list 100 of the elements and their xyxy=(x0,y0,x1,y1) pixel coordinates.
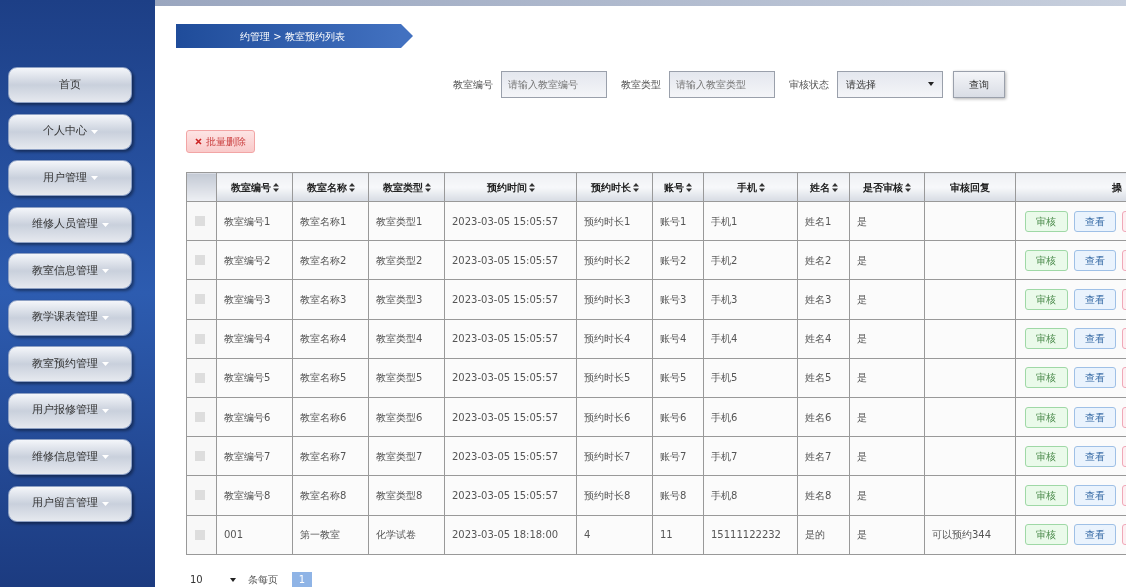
review-button[interactable]: 审核 xyxy=(1025,484,1068,506)
batch-delete-button[interactable]: 批量删除 xyxy=(186,130,255,153)
view-button[interactable]: 查看 xyxy=(1073,210,1117,232)
sort-icon xyxy=(831,183,838,192)
column-header[interactable]: 预约时长 xyxy=(576,172,653,202)
sidebar-item[interactable]: 维修信息管理 xyxy=(8,439,132,475)
sort-icon xyxy=(686,183,692,192)
view-button[interactable]: 查看 xyxy=(1073,288,1117,310)
caret-icon xyxy=(101,269,109,273)
column-header[interactable]: 手机 xyxy=(703,172,798,202)
table-cell: 教室编号3 xyxy=(216,279,293,320)
review-button[interactable]: 审核 xyxy=(1025,524,1068,546)
view-button[interactable]: 查看 xyxy=(1073,249,1117,271)
row-checkbox[interactable] xyxy=(195,412,205,423)
table-cell: 是 xyxy=(849,319,925,359)
table-cell: 教室类型4 xyxy=(368,319,445,359)
table-cell: 2023-03-05 18:18:00 xyxy=(444,515,577,555)
table-cell: 手机3 xyxy=(703,279,798,320)
table-cell: 姓名3 xyxy=(797,279,850,320)
field-label: 教室类型 xyxy=(621,77,661,92)
table-cell: 手机8 xyxy=(703,475,798,515)
row-checkbox[interactable] xyxy=(195,451,205,462)
view-button[interactable]: 查看 xyxy=(1073,445,1117,467)
sidebar-item[interactable]: 用户留言管理 xyxy=(8,485,132,522)
view-button[interactable]: 查看 xyxy=(1073,484,1117,506)
view-button[interactable]: 查看 xyxy=(1073,367,1117,389)
breadcrumb: 约管理 > 教室预约列表 xyxy=(240,29,345,44)
sidebar-item[interactable]: 教室预约管理 xyxy=(8,346,132,382)
column-header: 审核回复 xyxy=(924,172,1016,202)
close-icon xyxy=(195,138,202,145)
table-cell: 手机5 xyxy=(703,358,798,398)
row-checkbox[interactable] xyxy=(195,529,205,540)
review-button[interactable]: 审核 xyxy=(1025,406,1068,428)
sidebar-item[interactable]: 维修人员管理 xyxy=(8,206,132,243)
column-header[interactable]: 是否审核 xyxy=(849,172,925,202)
review-button[interactable]: 审核 xyxy=(1025,288,1068,310)
sidebar-item[interactable]: 教室信息管理 xyxy=(8,253,132,289)
table-cell: 预约时长3 xyxy=(576,279,653,320)
table-cell: 姓名2 xyxy=(797,240,850,280)
view-button[interactable]: 查看 xyxy=(1073,406,1117,428)
table-cell: 预约时长7 xyxy=(576,436,653,476)
review-button[interactable]: 审核 xyxy=(1025,249,1068,271)
table-cell: 第一教室 xyxy=(292,515,369,555)
table-cell: 教室编号4 xyxy=(216,319,293,359)
sidebar-item[interactable]: 用户报修管理 xyxy=(8,392,132,429)
column-header[interactable]: 教室编号 xyxy=(216,172,293,202)
table-cell: 账号1 xyxy=(652,201,704,241)
table-cell: 手机4 xyxy=(703,319,798,359)
sidebar-item[interactable]: 用户管理 xyxy=(8,160,132,196)
sidebar-item[interactable]: 首页 xyxy=(8,67,132,103)
row-checkbox[interactable] xyxy=(195,294,205,305)
table-cell: 教室编号8 xyxy=(216,475,293,515)
table-cell: 2023-03-05 15:05:57 xyxy=(444,358,577,398)
table-cell: 手机2 xyxy=(703,240,798,280)
review-button[interactable]: 审核 xyxy=(1025,445,1068,467)
caret-icon xyxy=(101,455,109,459)
review-button[interactable]: 审核 xyxy=(1025,328,1068,350)
table-cell: 姓名4 xyxy=(797,319,850,359)
table-cell: 2023-03-05 15:05:57 xyxy=(444,279,577,320)
row-checkbox[interactable] xyxy=(195,333,205,344)
table-cell: 4 xyxy=(576,515,653,555)
page-size-select[interactable]: 10 xyxy=(186,571,240,587)
view-button[interactable]: 查看 xyxy=(1073,524,1117,546)
table-cell: 教室类型3 xyxy=(368,279,445,320)
view-button[interactable]: 查看 xyxy=(1073,328,1117,350)
search-field[interactable]: 请输入教室类型 xyxy=(669,70,775,98)
table-cell: 姓名7 xyxy=(797,436,850,476)
search-field[interactable]: 请输入教室编号 xyxy=(501,70,607,98)
table-cell: 姓名8 xyxy=(797,475,850,515)
table-cell: 教室编号1 xyxy=(216,201,293,241)
review-button[interactable]: 审核 xyxy=(1025,210,1068,232)
row-checkbox[interactable] xyxy=(195,490,205,501)
caret-icon xyxy=(101,222,109,227)
table-cell: 手机1 xyxy=(703,201,798,241)
row-checkbox[interactable] xyxy=(195,372,205,383)
table-cell: 是 xyxy=(849,515,925,555)
dropdown-icon xyxy=(230,577,236,582)
table-cell: 是的 xyxy=(797,515,850,555)
caret-icon xyxy=(101,362,109,366)
sort-icon xyxy=(272,183,279,192)
table-cell: 预约时长5 xyxy=(576,358,653,398)
sidebar-item[interactable]: 个人中心 xyxy=(8,113,132,150)
table-cell: 教室编号7 xyxy=(216,436,293,476)
table-cell: 教室编号2 xyxy=(216,240,293,280)
column-header[interactable]: 教室类型 xyxy=(368,172,445,202)
column-header[interactable]: 账号 xyxy=(652,172,704,202)
column-header[interactable]: 姓名 xyxy=(797,172,850,202)
sort-icon xyxy=(424,183,431,192)
table-cell: 教室类型6 xyxy=(368,397,445,437)
sort-icon xyxy=(905,183,911,192)
row-checkbox[interactable] xyxy=(195,255,205,266)
column-header[interactable]: 预约时间 xyxy=(444,172,577,202)
search-button[interactable]: 查询 xyxy=(953,70,1005,98)
review-button[interactable]: 审核 xyxy=(1025,367,1068,389)
column-header[interactable]: 教室名称 xyxy=(292,172,369,202)
row-checkbox[interactable] xyxy=(195,216,205,227)
table-cell: 教室类型7 xyxy=(368,436,445,476)
sidebar-item[interactable]: 教学课表管理 xyxy=(8,299,132,336)
table-cell: 教室编号6 xyxy=(216,397,293,437)
status-select[interactable]: 请选择 xyxy=(837,70,943,98)
